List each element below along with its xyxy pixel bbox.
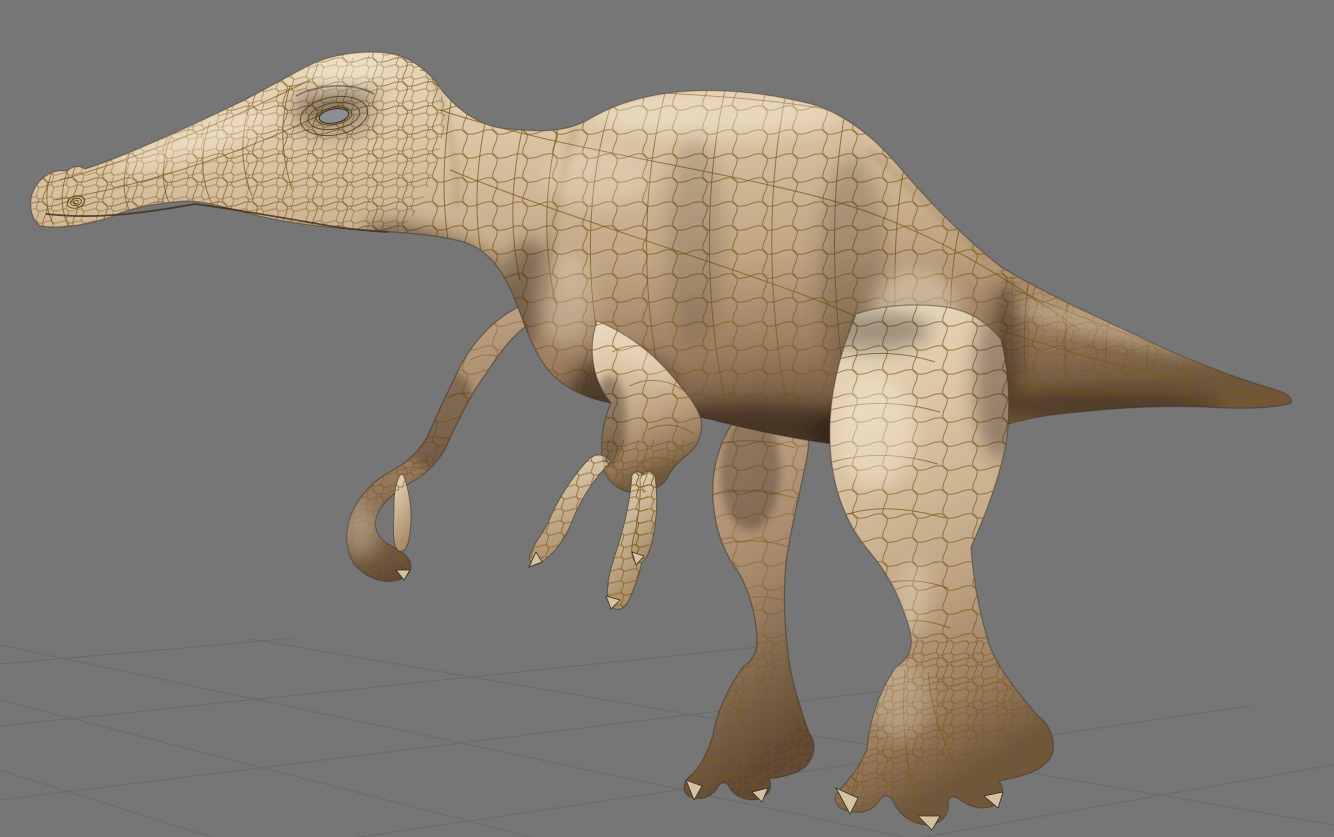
floor-grid-line xyxy=(0,636,1334,808)
floor-grid-line xyxy=(0,752,1334,837)
floor-grid-line xyxy=(0,750,1334,837)
head-mesh-overlay xyxy=(30,52,446,236)
floor-grid-line xyxy=(0,636,1334,837)
floor-grid-line xyxy=(0,683,1334,837)
far-leg xyxy=(683,402,815,803)
floor-grid-line xyxy=(0,636,1334,837)
floor-grid-line xyxy=(0,636,1334,733)
floor-grid-line xyxy=(0,684,1334,837)
far-arm xyxy=(346,304,526,582)
floor-grid xyxy=(0,636,1334,837)
viewport-canvas[interactable] xyxy=(0,0,1334,837)
viewport-render[interactable] xyxy=(0,0,1334,837)
floor-grid-line xyxy=(0,636,1334,670)
